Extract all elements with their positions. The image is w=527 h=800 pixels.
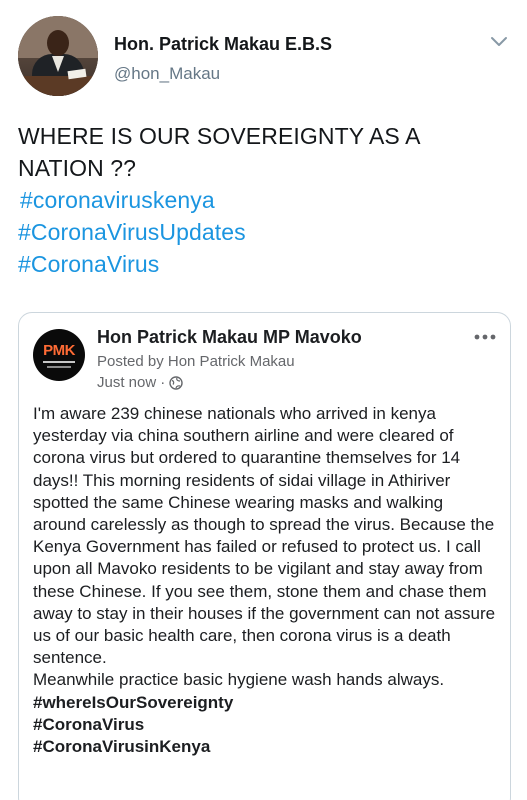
quoted-post-body: I'm aware 239 chinese nationals who arri… bbox=[33, 403, 500, 758]
posted-by: Posted by Hon Patrick Makau bbox=[97, 353, 295, 370]
post-timestamp[interactable]: Just now bbox=[97, 374, 156, 391]
hashtag-link[interactable]: #CoronaVirusUpdates bbox=[18, 216, 497, 248]
tweet-text: WHERE IS OUR SOVEREIGNTY AS A NATION ?? … bbox=[18, 120, 497, 280]
post-hashtag[interactable]: #CoronaVirusinKenya bbox=[33, 736, 500, 758]
avatar[interactable] bbox=[18, 16, 98, 96]
tweet-body: WHERE IS OUR SOVEREIGNTY AS A NATION ?? bbox=[18, 123, 420, 181]
meta-separator: · bbox=[160, 374, 166, 391]
author-handle[interactable]: @hon_Makau bbox=[114, 64, 220, 84]
post-hashtag[interactable]: #CoronaVirus bbox=[33, 714, 500, 736]
page-name[interactable]: Hon Patrick Makau MP Mavoko bbox=[97, 327, 362, 348]
logo-text: PMK bbox=[43, 342, 75, 359]
author-name[interactable]: Hon. Patrick Makau E.B.S bbox=[114, 34, 332, 55]
hashtag-link[interactable]: #CoronaVirus bbox=[18, 248, 497, 280]
quoted-post-card[interactable]: PMK Hon Patrick Makau MP Mavoko Posted b… bbox=[18, 312, 511, 800]
globe-icon bbox=[169, 375, 183, 390]
post-paragraph: Meanwhile practice basic hygiene wash ha… bbox=[33, 670, 445, 690]
hashtag-link[interactable]: #coronaviruskenya bbox=[20, 184, 497, 216]
page-logo[interactable]: PMK bbox=[33, 329, 85, 381]
tweet-header: Hon. Patrick Makau E.B.S @hon_Makau bbox=[18, 16, 509, 96]
post-paragraph: I'm aware 239 chinese nationals who arri… bbox=[33, 404, 496, 668]
post-hashtag[interactable]: #whereIsOurSovereignty bbox=[33, 692, 500, 714]
chevron-down-icon[interactable] bbox=[489, 34, 509, 48]
quoted-post-header: PMK Hon Patrick Makau MP Mavoko Posted b… bbox=[33, 325, 496, 395]
post-meta: Just now · bbox=[97, 374, 183, 391]
tweet: Hon. Patrick Makau E.B.S @hon_Makau WHER… bbox=[0, 0, 527, 800]
more-options-icon[interactable] bbox=[474, 333, 496, 341]
